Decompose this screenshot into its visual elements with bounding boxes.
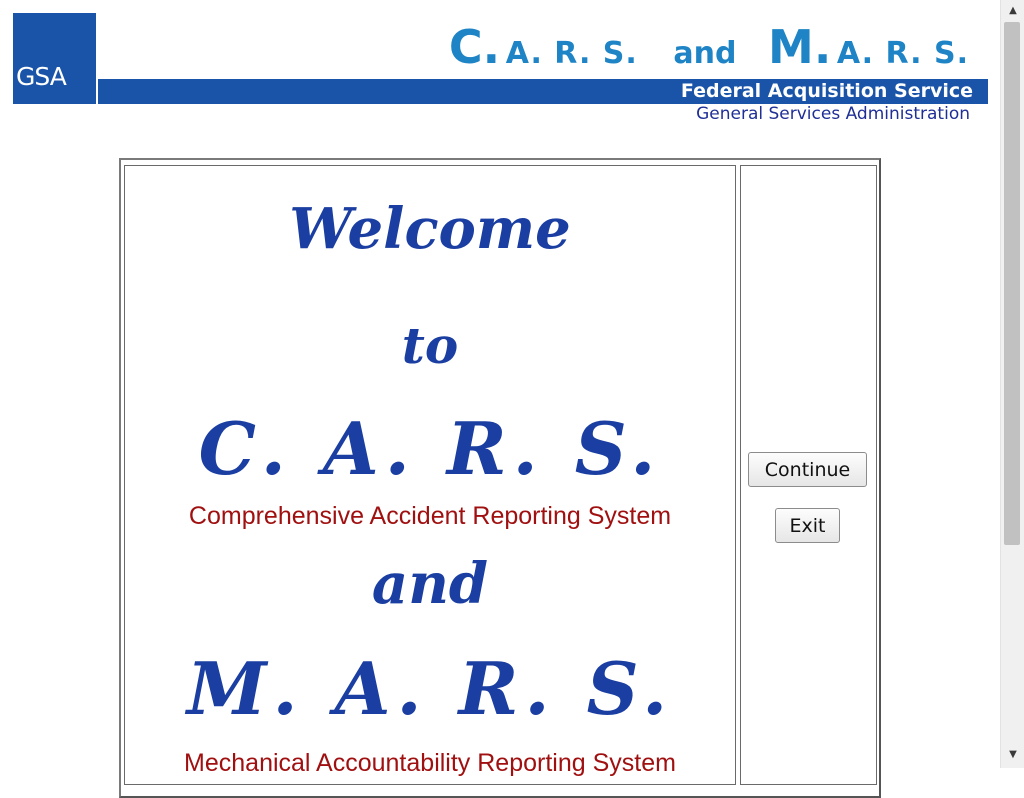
header-bar: Federal Acquisition Service — [98, 79, 988, 104]
title-m: M. — [768, 20, 832, 74]
to-text: to — [401, 316, 459, 375]
app-title: C. A. R. S. and M. A. R. S. — [448, 20, 969, 74]
title-c: C. — [448, 20, 501, 74]
exit-button[interactable]: Exit — [775, 508, 840, 543]
and-text: and — [371, 551, 489, 617]
star-icon: ★ — [71, 68, 83, 83]
agency-name: General Services Administration — [696, 104, 970, 124]
mars-full-name: Mechanical Accountability Reporting Syst… — [184, 749, 676, 777]
continue-button[interactable]: Continue — [748, 452, 867, 487]
gsa-logo-text: GSA — [16, 62, 67, 91]
service-name: Federal Acquisition Service — [680, 80, 973, 102]
title-mars-rest: A. R. S. — [836, 36, 969, 71]
welcome-panel: Welcome to C. A. R. S. Comprehensive Acc… — [124, 165, 736, 785]
welcome-heading: Welcome — [289, 196, 571, 262]
title-and: and — [673, 36, 737, 71]
cars-heading: C. A. R. S. — [198, 406, 662, 491]
vertical-scrollbar[interactable]: ▲ ▼ — [1000, 0, 1024, 768]
scroll-up-arrow-icon[interactable]: ▲ — [1006, 4, 1020, 18]
scroll-down-arrow-icon[interactable]: ▼ — [1006, 748, 1020, 762]
mars-heading: M. A. R. S. — [186, 646, 674, 731]
cars-full-name: Comprehensive Accident Reporting System — [188, 502, 672, 530]
gsa-logo: GSA ★ — [13, 13, 96, 104]
scrollbar-thumb[interactable] — [1004, 22, 1020, 545]
title-cars-rest: A. R. S. — [505, 36, 638, 71]
